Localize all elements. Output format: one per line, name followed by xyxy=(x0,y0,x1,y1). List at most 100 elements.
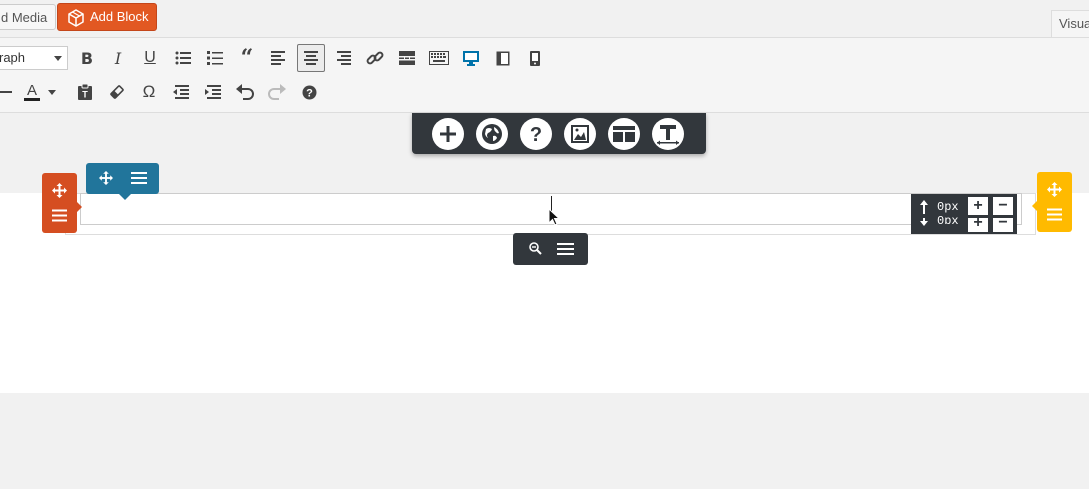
undo-button[interactable] xyxy=(231,78,259,106)
text-color-button[interactable]: A xyxy=(20,78,60,106)
global-element-button[interactable] xyxy=(476,118,508,150)
numbered-list-button[interactable] xyxy=(201,44,229,72)
menu-icon xyxy=(1047,208,1062,221)
globe-icon xyxy=(482,124,502,144)
add-media-button[interactable]: d Media xyxy=(0,4,57,30)
chevron-down-icon xyxy=(48,89,56,95)
underline-icon: U xyxy=(144,49,156,66)
align-right-icon xyxy=(337,51,351,65)
align-right-button[interactable] xyxy=(329,44,357,72)
keyboard-shortcuts-button[interactable] xyxy=(425,44,453,72)
layout-icon xyxy=(613,126,635,142)
link-button[interactable] xyxy=(361,44,389,72)
layout-element-button[interactable] xyxy=(608,118,640,150)
bold-button[interactable]: B xyxy=(73,44,101,72)
desktop-icon xyxy=(463,50,479,66)
blockquote-button[interactable]: “ xyxy=(233,44,261,72)
handle-pointer xyxy=(1032,201,1037,211)
row-spacing-control: 0px + − 0px + − xyxy=(911,194,1017,234)
handle-pointer xyxy=(77,202,82,212)
special-character-button[interactable]: Ω xyxy=(135,78,163,106)
tablet-icon xyxy=(496,51,510,65)
mouse-cursor-icon xyxy=(548,208,560,226)
eraser-icon xyxy=(110,85,124,99)
mobile-view-button[interactable] xyxy=(521,44,549,72)
arrow-up-icon xyxy=(920,200,928,214)
clear-formatting-button[interactable] xyxy=(103,78,131,106)
svg-text:T: T xyxy=(82,90,88,100)
align-center-icon xyxy=(304,51,318,65)
keyboard-icon xyxy=(429,51,449,65)
mobile-icon xyxy=(530,50,540,66)
undo-icon xyxy=(236,84,254,100)
menu-icon xyxy=(52,209,67,222)
decrease-bottom-spacing-button[interactable]: − xyxy=(993,218,1013,232)
text-element-button[interactable] xyxy=(652,118,684,150)
bullet-list-button[interactable] xyxy=(169,44,197,72)
help-element-button[interactable]: ? xyxy=(520,118,552,150)
add-element-button[interactable] xyxy=(432,118,464,150)
bold-icon: B xyxy=(80,48,94,68)
paste-as-text-button[interactable]: T xyxy=(71,78,99,106)
increase-top-spacing-button[interactable]: + xyxy=(968,197,988,215)
add-icon xyxy=(440,126,456,142)
help-button[interactable]: ? xyxy=(295,78,323,106)
bullet-list-icon xyxy=(175,51,191,65)
move-icon xyxy=(52,183,67,198)
top-spacing-value: 0px xyxy=(937,200,959,214)
insert-toolbar: ? xyxy=(412,113,706,154)
clipboard-icon: T xyxy=(78,84,92,100)
read-more-icon xyxy=(399,51,415,65)
blockquote-icon: “ xyxy=(240,45,254,71)
numbered-list-icon xyxy=(207,51,223,65)
menu-icon xyxy=(131,172,147,184)
add-block-label: Add Block xyxy=(90,9,149,24)
bottom-spacing-value: 0px xyxy=(937,216,959,224)
arrow-down-icon xyxy=(920,218,928,226)
text-icon xyxy=(657,125,679,145)
image-element-button[interactable] xyxy=(564,118,596,150)
element-toolbar xyxy=(513,233,588,265)
italic-button[interactable]: I xyxy=(104,44,132,72)
horizontal-line-button[interactable] xyxy=(0,78,18,106)
add-block-button[interactable]: Add Block xyxy=(57,3,157,31)
column-handle[interactable] xyxy=(86,163,159,200)
tab-visual[interactable]: Visua xyxy=(1051,10,1089,38)
row-handle-left[interactable] xyxy=(42,173,82,233)
italic-icon: I xyxy=(114,48,122,68)
indent-button[interactable] xyxy=(199,78,227,106)
outdent-icon xyxy=(173,85,189,99)
read-more-button[interactable] xyxy=(393,44,421,72)
tablet-view-button[interactable] xyxy=(489,44,517,72)
align-left-icon xyxy=(271,51,285,65)
text-color-icon: A xyxy=(23,83,40,101)
chevron-down-icon xyxy=(54,56,62,61)
link-icon xyxy=(366,51,384,65)
underline-button[interactable]: U xyxy=(136,44,164,72)
outdent-button[interactable] xyxy=(167,78,195,106)
zoom-icon[interactable] xyxy=(529,242,542,255)
decrease-top-spacing-button[interactable]: − xyxy=(993,197,1013,215)
menu-icon[interactable] xyxy=(557,242,574,256)
move-icon xyxy=(99,171,113,185)
header-bar xyxy=(0,0,1089,38)
desktop-view-button[interactable] xyxy=(457,44,485,72)
move-icon xyxy=(1047,182,1062,197)
align-left-button[interactable] xyxy=(265,44,293,72)
increase-bottom-spacing-button[interactable]: + xyxy=(968,218,988,232)
omega-icon: Ω xyxy=(142,82,156,101)
indent-icon xyxy=(205,85,221,99)
cube-icon xyxy=(68,9,84,27)
format-select-value: raph xyxy=(0,50,26,65)
redo-button[interactable] xyxy=(263,78,291,106)
svg-text:?: ? xyxy=(306,87,313,99)
horizontal-line-icon xyxy=(0,91,12,93)
help-icon: ? xyxy=(302,85,316,99)
image-icon xyxy=(571,125,589,143)
row-handle-right[interactable] xyxy=(1032,172,1072,232)
handle-pointer xyxy=(119,194,131,200)
question-icon: ? xyxy=(530,124,542,144)
svg-text:?: ? xyxy=(530,124,542,144)
align-center-button[interactable] xyxy=(297,44,325,72)
format-select[interactable]: raph xyxy=(0,46,68,70)
